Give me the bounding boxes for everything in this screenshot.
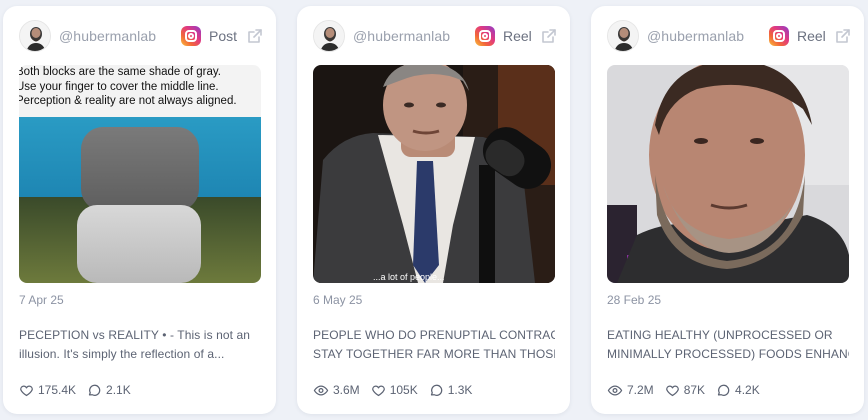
image-text-line: Perception & reality are not always alig… [19, 95, 237, 107]
image-text-line: Use your finger to cover the middle line… [19, 80, 219, 93]
post-type-label: Reel [797, 28, 826, 44]
eye-icon [607, 384, 623, 396]
card-header: @hubermanlab Reel [313, 20, 558, 52]
caption-line: PECEPTION vs REALITY • - This is not an [19, 328, 251, 342]
reel-thumbnail[interactable] [607, 65, 849, 283]
avatar[interactable] [607, 20, 639, 52]
comments-count: 4.2K [735, 383, 760, 397]
likes-stat: 175.4K [19, 383, 76, 398]
card-header: @hubermanlab Post [19, 20, 264, 52]
views-count: 3.6M [333, 383, 360, 397]
account-handle[interactable]: @hubermanlab [353, 28, 450, 44]
views-count: 7.2M [627, 383, 654, 397]
image-overlay-text: Both blocks are the same shade of gray. … [19, 65, 261, 117]
post-caption[interactable]: EATING HEALTHY (UNPROCESSED OR MINIMALLY… [607, 326, 849, 364]
caption-line: STAY TOGETHER FAR MORE THAN THOSE... [313, 347, 555, 361]
post-caption[interactable]: PECEPTION vs REALITY • - This is not an … [19, 326, 261, 364]
svg-text:...a lot of people...: ...a lot of people... [373, 272, 445, 282]
post-stats: 3.6M 105K 1.3K [313, 381, 483, 399]
post-card[interactable]: @hubermanlab Reel ...a lot of people... … [297, 6, 570, 414]
avatar[interactable] [313, 20, 345, 52]
post-type-label: Reel [503, 28, 532, 44]
instagram-icon [769, 26, 789, 46]
likes-count: 87K [683, 383, 706, 397]
post-date: 7 Apr 25 [19, 293, 64, 307]
heart-icon [665, 385, 679, 396]
comment-icon [717, 384, 730, 396]
post-thumbnail[interactable]: Both blocks are the same shade of gray. … [19, 65, 261, 283]
comments-count: 1.3K [447, 383, 473, 397]
views-stat: 3.6M [313, 383, 360, 398]
post-date: 6 May 25 [313, 293, 363, 307]
image-text-line: Both blocks are the same shade of gray. [19, 66, 221, 78]
comments-stat: 4.2K [716, 383, 760, 398]
likes-stat: 87K [665, 383, 705, 398]
views-stat: 7.2M [607, 383, 654, 398]
comments-stat: 1.3K [429, 383, 473, 398]
comment-icon [88, 384, 101, 396]
likes-count: 175.4K [38, 383, 77, 397]
likes-count: 105K [389, 383, 418, 397]
external-link-icon[interactable] [246, 27, 264, 45]
eye-icon [313, 384, 329, 396]
external-link-icon[interactable] [834, 27, 852, 45]
post-date: 28 Feb 25 [607, 293, 662, 307]
post-caption[interactable]: PEOPLE WHO DO PRENUPTIAL CONTRACTS STAY … [313, 326, 555, 364]
comments-stat: 2.1K [87, 383, 131, 398]
post-type-label: Post [209, 28, 238, 44]
caption-line: MINIMALLY PROCESSED) FOODS ENHANCE... [607, 347, 849, 361]
likes-stat: 105K [371, 383, 418, 398]
heart-icon [371, 385, 385, 396]
caption-line: illusion. It's simply the reflection of … [19, 347, 225, 361]
caption-line: PEOPLE WHO DO PRENUPTIAL CONTRACTS [313, 328, 555, 342]
caption-line: EATING HEALTHY (UNPROCESSED OR [607, 328, 833, 342]
instagram-icon [181, 26, 201, 46]
account-handle[interactable]: @hubermanlab [647, 28, 744, 44]
post-card[interactable]: @hubermanlab Reel 28 Feb 25 EATING HEALT… [591, 6, 864, 414]
instagram-icon [475, 26, 495, 46]
avatar[interactable] [19, 20, 51, 52]
post-stats: 175.4K 2.1K [19, 381, 142, 399]
external-link-icon[interactable] [540, 27, 558, 45]
comment-icon [430, 384, 443, 396]
reel-thumbnail[interactable]: ...a lot of people... [313, 65, 555, 283]
heart-icon [20, 385, 33, 396]
comments-count: 2.1K [106, 383, 131, 397]
post-card[interactable]: @hubermanlab Post Both blocks are the sa… [3, 6, 276, 414]
post-stats: 7.2M 87K 4.2K [607, 381, 771, 399]
card-header: @hubermanlab Reel [607, 20, 852, 52]
account-handle[interactable]: @hubermanlab [59, 28, 156, 44]
